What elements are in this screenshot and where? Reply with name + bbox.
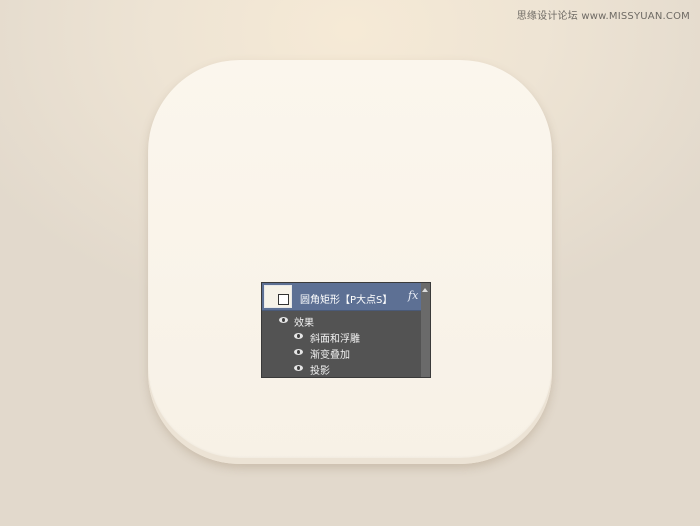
effect-label: 投影	[310, 366, 330, 377]
effect-label: 渐变叠加	[310, 350, 350, 361]
layer-thumbnail-icon[interactable]	[264, 285, 292, 308]
effect-gradient-overlay[interactable]: 渐变叠加	[262, 345, 422, 361]
layer-row-rounded-rect[interactable]: 圆角矩形【P大点S】 fx	[262, 283, 422, 311]
scrollbar[interactable]	[421, 283, 430, 377]
effect-drop-shadow[interactable]: 投影	[262, 361, 422, 377]
visibility-eye-icon[interactable]	[279, 317, 288, 323]
effect-label: 斜面和浮雕	[310, 334, 360, 345]
rounded-square-icon	[148, 60, 552, 464]
effect-bevel-emboss[interactable]: 斜面和浮雕	[262, 329, 422, 345]
effects-label: 效果	[294, 318, 314, 329]
watermark-text: 思缘设计论坛 www.MISSYUAN.COM	[516, 11, 690, 22]
vector-mask-icon	[278, 294, 289, 305]
visibility-eye-icon[interactable]	[294, 349, 303, 355]
layers-panel: 圆角矩形【P大点S】 fx 效果 斜面和浮雕 渐变叠加 投影	[261, 282, 431, 378]
layer-name[interactable]: 圆角矩形【P大点S】	[300, 291, 392, 306]
scroll-up-arrow-icon[interactable]	[422, 288, 428, 292]
visibility-eye-icon[interactable]	[294, 333, 303, 339]
effects-row[interactable]: 效果	[262, 313, 422, 329]
fx-icon[interactable]: fx	[408, 289, 418, 302]
visibility-eye-icon[interactable]	[294, 365, 303, 371]
